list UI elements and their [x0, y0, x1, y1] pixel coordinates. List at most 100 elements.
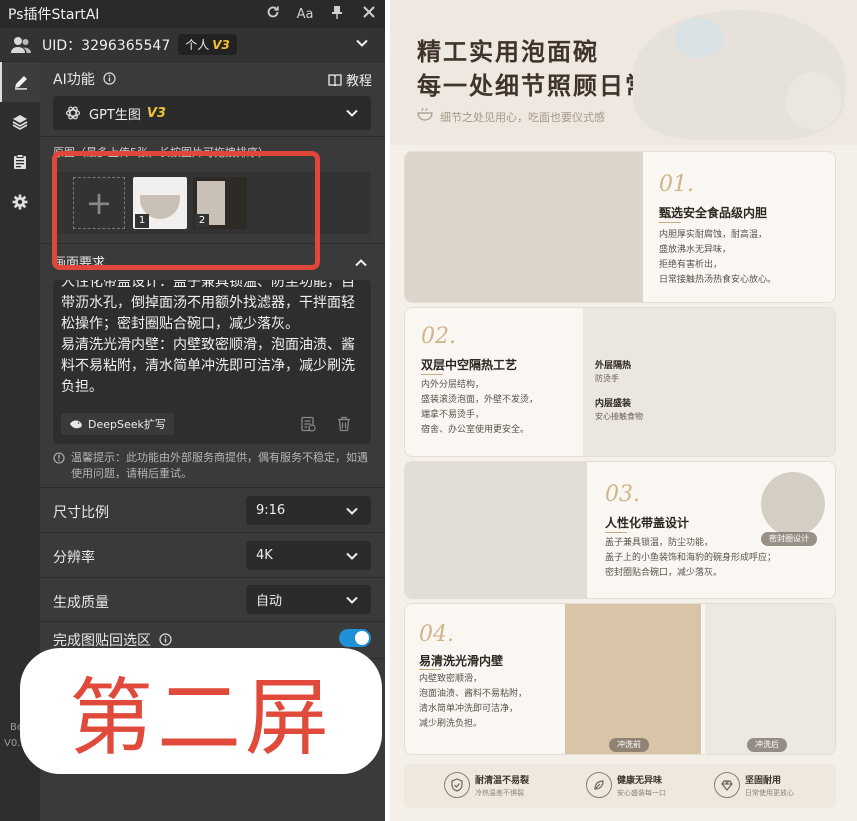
body-line: 端拿不易烫手， — [421, 410, 485, 420]
quality-value: 自动 — [256, 594, 283, 609]
diamond-icon — [714, 772, 740, 798]
openai-icon — [65, 106, 81, 120]
book-icon — [328, 74, 342, 87]
refresh-icon[interactable] — [257, 5, 289, 23]
prompt-text: 人性化带盖设计：盖子兼具锁温、防尘功能，自带沥水孔，倒掉面汤不用额外找滤器，干拌… — [61, 280, 355, 395]
users-icon — [11, 36, 31, 53]
card-number: 01. — [659, 172, 694, 197]
sidebar-item-layers[interactable] — [0, 102, 40, 142]
body-line: 内壁致密顺滑， — [419, 674, 483, 684]
card-title: 双层中空隔热工艺 — [421, 358, 518, 372]
highlight-box — [52, 151, 320, 270]
image-placeholder — [761, 472, 825, 536]
body-line: 盛放沸水无异味， — [659, 245, 732, 255]
history-icon[interactable] — [300, 416, 316, 432]
body-line: 宿舍、办公室使用更安全。 — [421, 425, 530, 435]
fish-lid-placeholder — [675, 18, 723, 58]
feature-item: 坚固耐用 日常使用更放心 — [714, 772, 794, 798]
paste-back-toggle[interactable] — [339, 629, 371, 647]
paste-back-text: 完成图贴回选区 — [53, 633, 151, 649]
divider — [40, 487, 385, 488]
image-placeholder — [583, 308, 835, 456]
divider — [659, 222, 681, 223]
aspect-select[interactable]: 9:16 — [246, 496, 371, 525]
close-icon[interactable] — [353, 6, 385, 22]
divider — [421, 374, 443, 375]
label-inner: 内层盛装 — [595, 399, 632, 409]
app-title: Ps插件StartAI — [8, 7, 100, 23]
after-tag: 冲洗后 — [747, 738, 787, 752]
divider — [40, 532, 385, 533]
toggle-knob — [355, 631, 369, 645]
gear-icon — [12, 194, 28, 210]
feature-item: 耐清温不易裂 冷热温差不惧裂 — [444, 772, 529, 798]
body-line: 清水简单冲洗即可洁净， — [419, 704, 519, 714]
body-line: 盖子上的小鱼装饰和海豹的碗身形成呼应； — [605, 553, 777, 563]
pin-icon[interactable] — [321, 5, 353, 23]
image-placeholder — [405, 462, 587, 598]
divider — [40, 136, 385, 137]
chevron-down-icon — [346, 109, 358, 117]
resolution-select[interactable]: 4K — [246, 541, 371, 570]
feature-item: 健康无异味安心盛装每一口 — [586, 772, 666, 798]
title-bar: Ps插件StartAI Aa — [0, 0, 385, 28]
body-line: 密封圈贴合碗口，减少落灰。 — [605, 568, 723, 578]
ai-function-text: AI功能 — [53, 72, 95, 88]
body-line: 泡面油渍、酱料不易粘附， — [419, 689, 528, 699]
card-title: 人性化带盖设计 — [605, 516, 690, 530]
shield-icon — [444, 772, 470, 798]
resolution-label: 分辨率 — [53, 550, 95, 566]
sidebar-item-settings[interactable] — [0, 182, 40, 222]
model-tier: V3 — [146, 105, 166, 121]
leaf-icon — [586, 772, 612, 798]
chevron-down-icon[interactable] — [355, 36, 369, 50]
card-body: 内胆厚实耐腐蚀，耐高温， 盛放沸水无异味， 拒绝有害析出， 日常接触热汤热食安心… — [659, 228, 776, 288]
chevron-down-icon — [346, 507, 358, 515]
quality-select[interactable]: 自动 — [246, 585, 371, 614]
paste-back-label: 完成图贴回选区 — [53, 630, 173, 650]
seal-ring-tag: 密封圈设计 — [761, 532, 817, 546]
product-poster: 精工实用泡面碗 每一处细节照顾日常干饭 细节之处见用心，吃面也要仪式感 01. … — [390, 0, 857, 821]
trash-icon[interactable] — [337, 416, 351, 432]
feature-title: 坚固耐用 — [745, 775, 782, 786]
card-number: 04. — [419, 622, 454, 647]
divider — [605, 532, 627, 533]
sidebar-item-notes[interactable] — [0, 142, 40, 182]
body-line: 盖子兼具锁温，防尘功能， — [605, 538, 714, 548]
feature-title: 健康无异味 — [617, 775, 663, 786]
feature-sub: 安心盛装每一口 — [617, 788, 666, 797]
body-line: 盛装滚烫泡面，外壁不发烫， — [421, 395, 539, 405]
seal-head-placeholder — [786, 72, 841, 130]
clipboard-icon — [14, 154, 26, 169]
plan-tier: V3 — [212, 38, 230, 52]
aspect-value: 9:16 — [256, 503, 286, 518]
deepseek-expand-button[interactable]: DeepSeek扩写 — [61, 413, 174, 435]
feature-title: 耐清温不易裂 — [475, 775, 530, 786]
overlay-text: 第二屏 — [68, 668, 333, 767]
poster-header: 精工实用泡面碗 每一处细节照顾日常干饭 细节之处见用心，吃面也要仪式感 — [390, 0, 857, 145]
feature-card-3: 03. 人性化带盖设计 盖子兼具锁温，防尘功能， 盖子上的小鱼装饰和海豹的碗身形… — [404, 461, 836, 599]
tutorial-text: 教程 — [346, 74, 373, 89]
sidebar-item-edit[interactable] — [0, 62, 40, 102]
card-title: 甄选安全食品级内胆 — [659, 206, 768, 220]
font-size-button[interactable]: Aa — [289, 7, 321, 22]
resolution-value: 4K — [256, 548, 273, 563]
aspect-label: 尺寸比例 — [53, 505, 109, 521]
card-number: 02. — [421, 324, 456, 349]
body-line: 拒绝有害析出， — [659, 260, 723, 270]
info-icon[interactable] — [159, 633, 173, 646]
prompt-textarea[interactable]: 人性化带盖设计：盖子兼具锁温、防尘功能，自带沥水孔，倒掉面汤不用额外找滤器，干拌… — [53, 280, 371, 444]
tutorial-link[interactable]: 教程 — [328, 70, 372, 89]
user-bar[interactable]: UID：3296365547 个人 V3 — [0, 28, 385, 62]
plan-badge: 个人 V3 — [178, 34, 237, 55]
chevron-up-icon[interactable] — [354, 256, 368, 270]
model-select[interactable]: GPT生图 V3 — [53, 96, 371, 130]
feature-card-1: 01. 甄选安全食品级内胆 内胆厚实耐腐蚀，耐高温， 盛放沸水无异味， 拒绝有害… — [404, 151, 836, 303]
info-icon — [53, 452, 65, 464]
model-name: GPT生图 — [89, 107, 141, 123]
poster-title-line1: 精工实用泡面碗 — [417, 38, 599, 66]
divider — [40, 577, 385, 578]
info-icon[interactable] — [103, 72, 116, 85]
card-number: 03. — [605, 482, 640, 507]
image-placeholder — [565, 604, 701, 754]
